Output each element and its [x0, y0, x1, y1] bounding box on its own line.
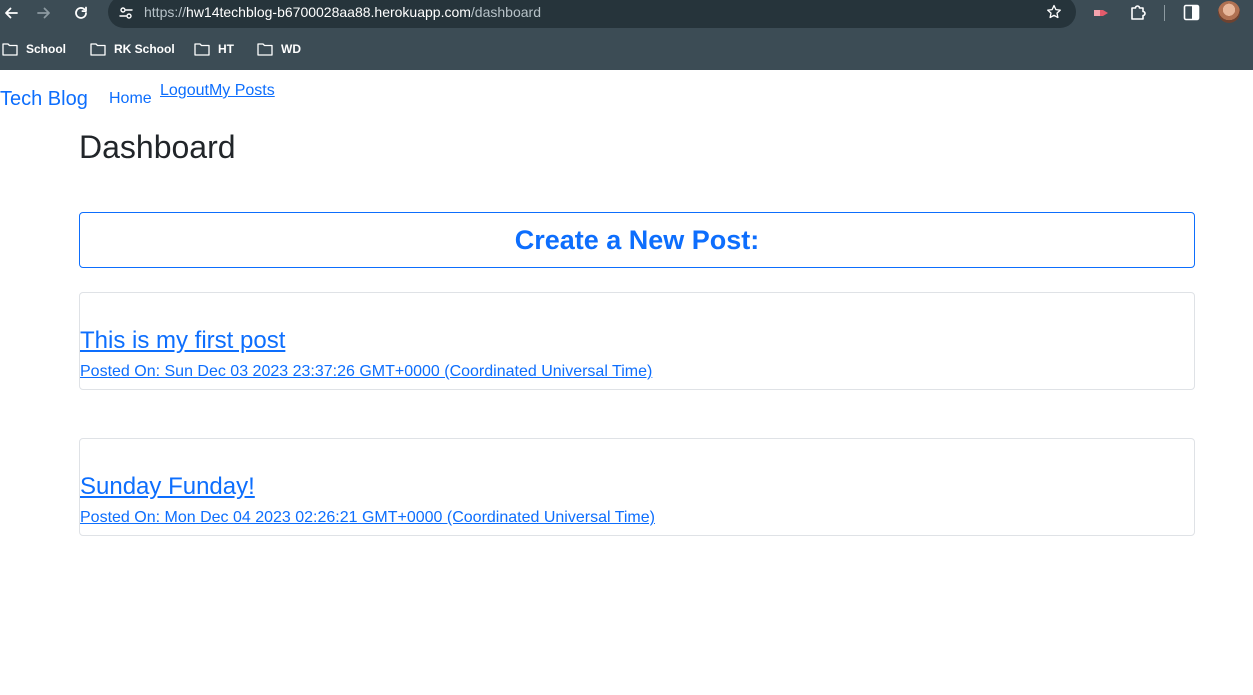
address-bar[interactable]: https://hw14techblog-b6700028aa88.heroku…: [108, 0, 1076, 28]
post-card: This is my first post Posted On: Sun Dec…: [79, 292, 1195, 390]
folder-icon: [257, 43, 273, 56]
nav-links: LogoutMy Posts: [160, 82, 275, 100]
post-date-link[interactable]: Posted On: Mon Dec 04 2023 02:26:21 GMT+…: [80, 509, 655, 527]
bookmark-folder-wd[interactable]: WD: [257, 38, 301, 60]
folder-icon: [90, 43, 106, 56]
extensions-puzzle-icon[interactable]: [1129, 3, 1147, 21]
bookmark-label: School: [26, 42, 67, 56]
arrow-right-icon: [37, 7, 50, 19]
bookmark-label: HT: [218, 42, 234, 56]
post-card: Sunday Funday! Posted On: Mon Dec 04 202…: [79, 438, 1195, 536]
post-title-link[interactable]: Sunday Funday!: [80, 473, 255, 501]
nav-logout-link[interactable]: Logout: [160, 82, 209, 99]
url-path: /dashboard: [470, 4, 541, 20]
nav-my-posts-link[interactable]: My Posts: [209, 82, 275, 99]
back-button[interactable]: [0, 2, 22, 24]
page-content: Tech Blog Home LogoutMy Posts Dashboard …: [0, 70, 1253, 695]
extension-icon[interactable]: [1092, 5, 1110, 21]
folder-icon: [194, 43, 210, 56]
bookmark-folder-rk-school[interactable]: RK School: [90, 38, 175, 60]
create-post-button[interactable]: Create a New Post:: [79, 212, 1195, 268]
arrow-left-icon: [5, 7, 18, 19]
page-title: Dashboard: [79, 129, 236, 165]
url-host: hw14techblog-b6700028aa88.herokuapp.com: [186, 4, 471, 20]
site-info-icon[interactable]: [118, 5, 134, 21]
profile-avatar[interactable]: [1218, 1, 1240, 23]
browser-chrome: https://hw14techblog-b6700028aa88.heroku…: [0, 0, 1253, 70]
folder-icon: [2, 43, 18, 56]
bookmark-label: RK School: [114, 42, 175, 56]
url-text[interactable]: https://hw14techblog-b6700028aa88.heroku…: [144, 4, 541, 20]
bookmarks-bar: School RK School HT WD: [0, 38, 1253, 60]
reload-icon: [75, 6, 87, 19]
brand-link[interactable]: Tech Blog: [0, 87, 88, 111]
bookmark-folder-ht[interactable]: HT: [194, 38, 234, 60]
create-post-label: Create a New Post:: [514, 225, 760, 255]
forward-button[interactable]: [33, 2, 55, 24]
reload-button[interactable]: [70, 2, 92, 24]
bookmark-folder-school[interactable]: School: [2, 38, 66, 60]
toolbar-divider: [1164, 5, 1165, 21]
bookmark-star-icon[interactable]: [1046, 4, 1062, 20]
post-date-link[interactable]: Posted On: Sun Dec 03 2023 23:37:26 GMT+…: [80, 363, 652, 381]
side-panel-icon[interactable]: [1183, 4, 1200, 21]
nav-home-link[interactable]: Home: [109, 90, 152, 108]
url-prefix: https://: [144, 4, 187, 20]
browser-toolbar: https://hw14techblog-b6700028aa88.heroku…: [0, 0, 1253, 28]
post-title-link[interactable]: This is my first post: [80, 327, 285, 355]
bookmark-label: WD: [281, 42, 301, 56]
